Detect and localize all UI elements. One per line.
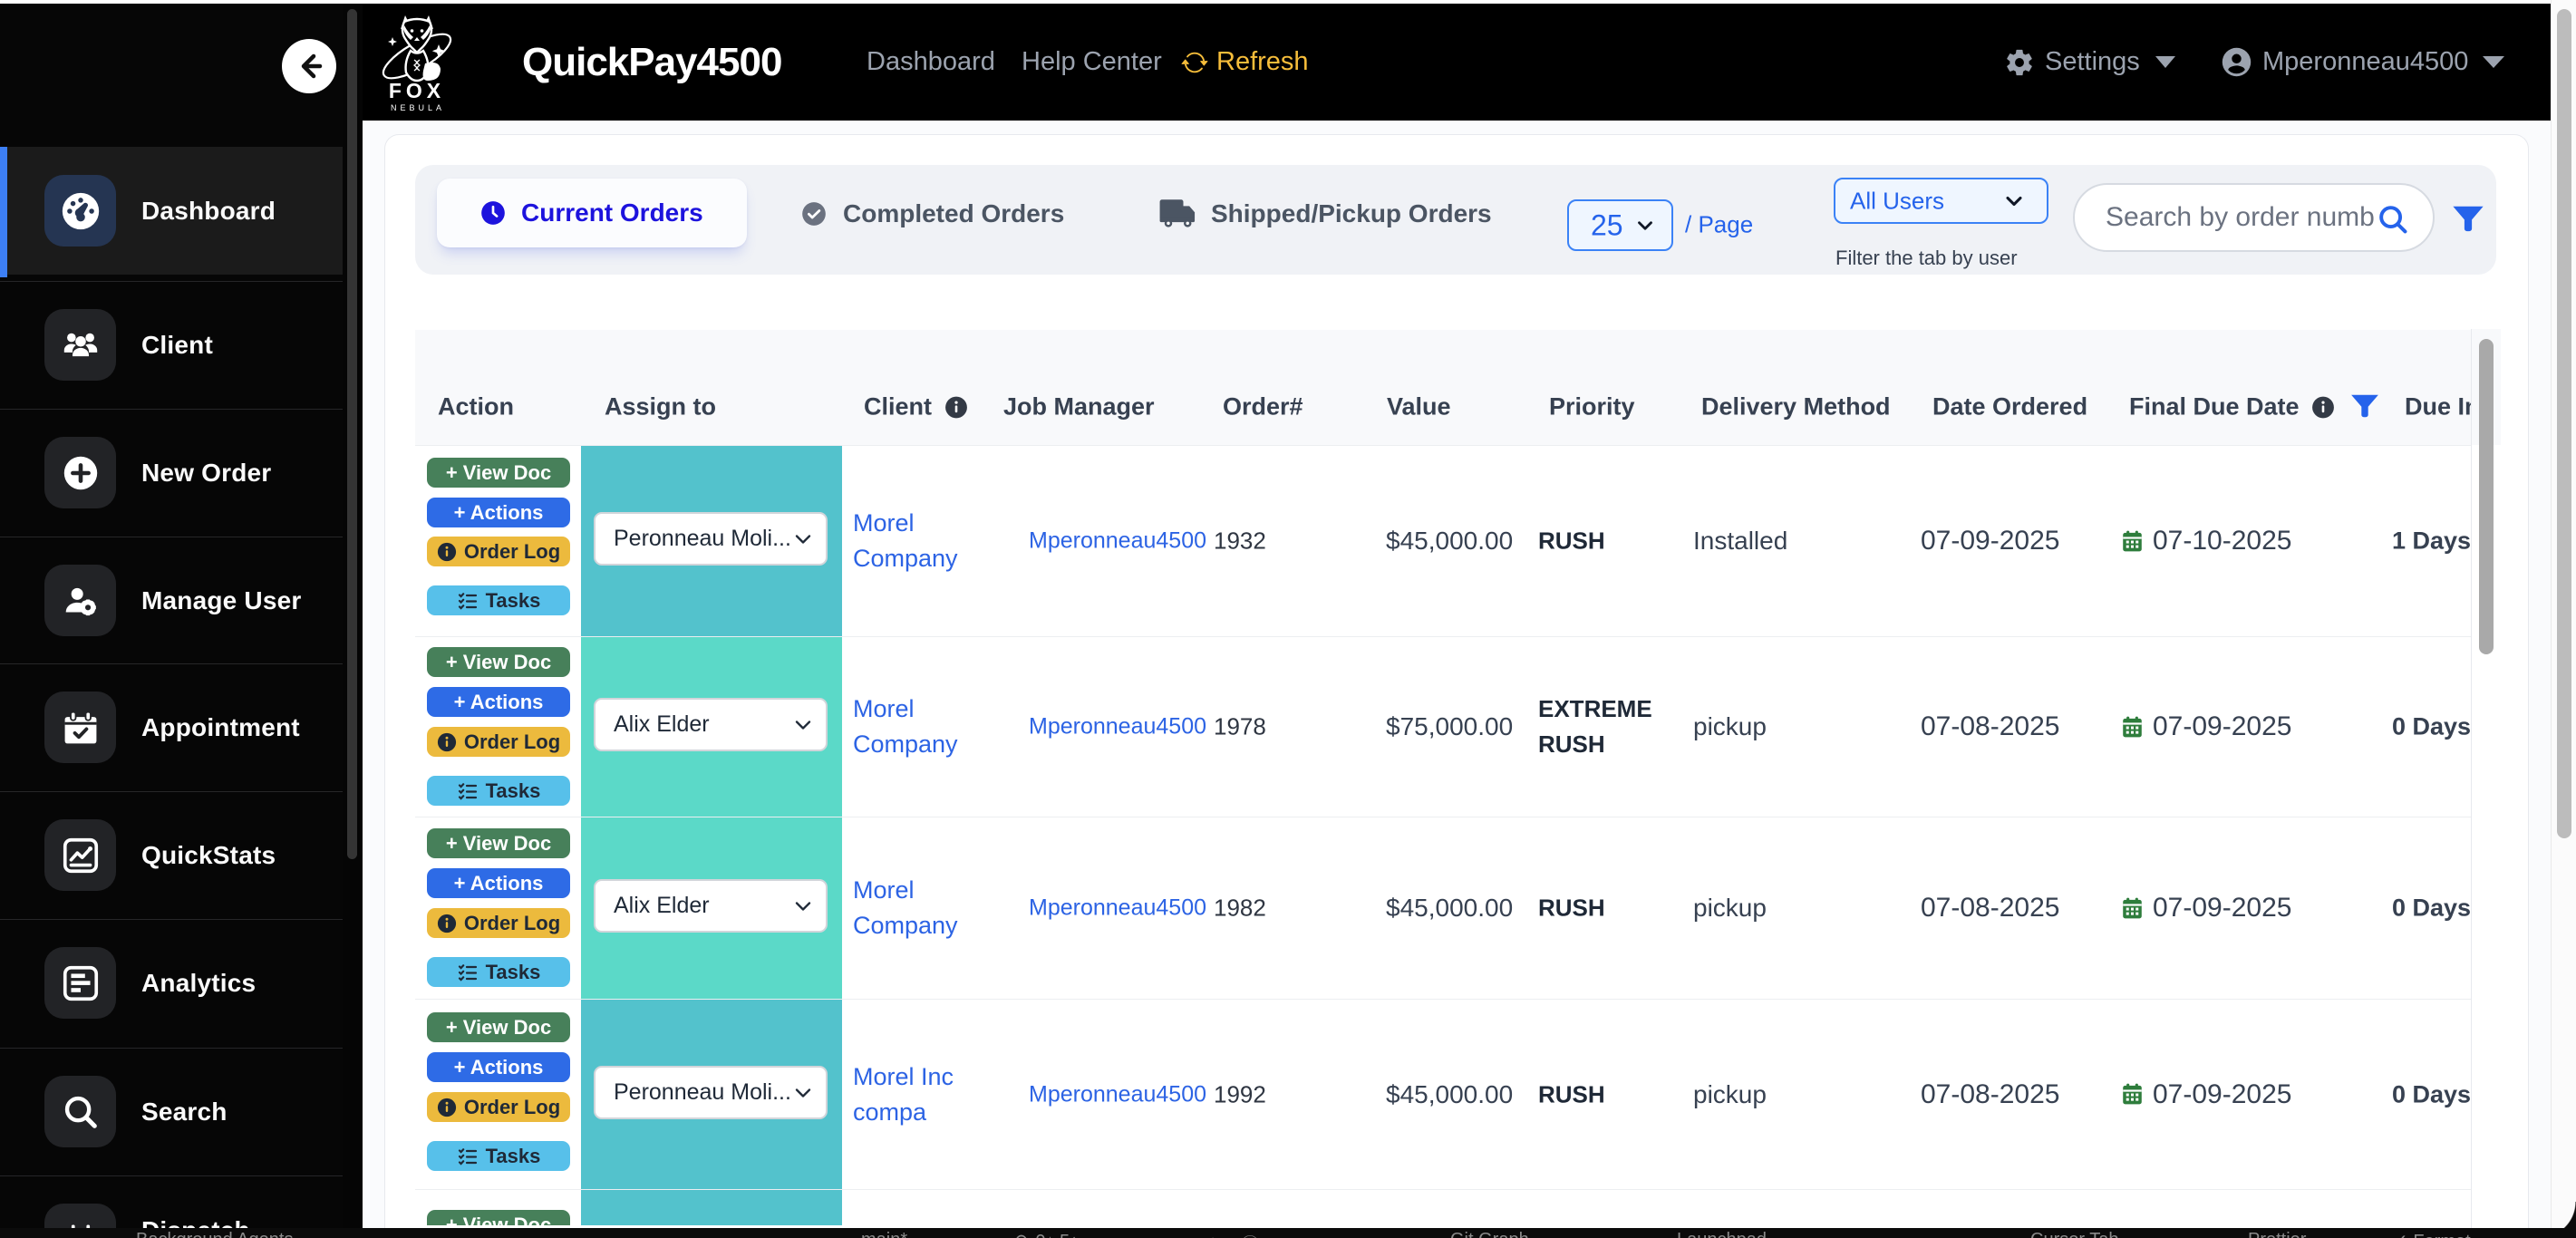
svg-text:NEBULA: NEBULA xyxy=(391,103,445,112)
svg-text:FOX: FOX xyxy=(389,79,445,102)
